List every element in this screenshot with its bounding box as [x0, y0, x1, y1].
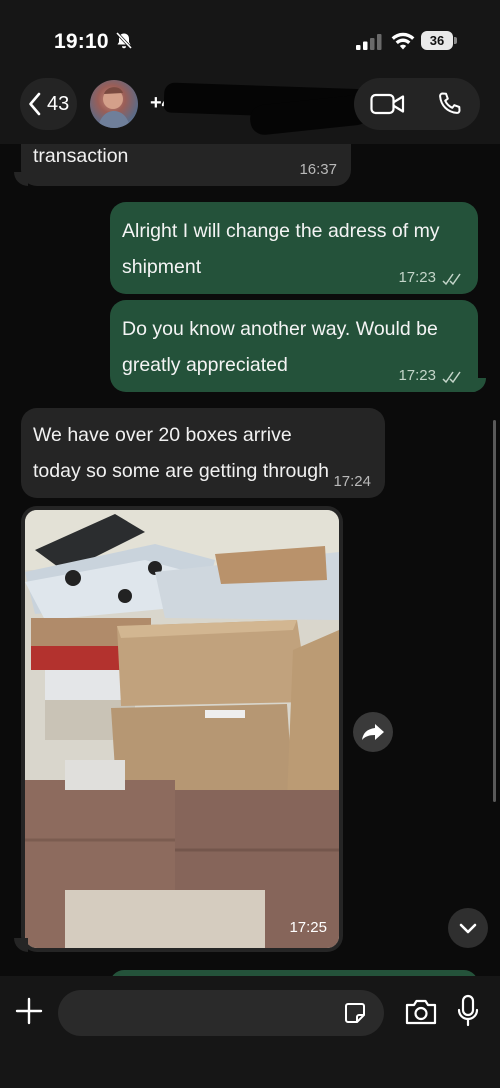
message-outgoing[interactable]: Do you know another way. Would be greatl… [110, 300, 478, 392]
chevron-left-icon [29, 92, 41, 116]
bubble-tail [14, 938, 28, 952]
scroll-to-bottom-button[interactable] [448, 908, 488, 948]
message-time: 17:23 [398, 367, 436, 384]
cellular-signal-icon [356, 34, 382, 50]
microphone-icon[interactable] [456, 994, 480, 1028]
phone-icon[interactable] [436, 91, 462, 117]
message-time: 17:25 [289, 919, 327, 936]
message-text: We have over 20 boxes arrive today so so… [33, 424, 329, 482]
message-incoming[interactable]: We have over 20 boxes arrive today so so… [21, 408, 385, 498]
message-incoming[interactable]: transaction 16:37 [21, 144, 351, 186]
plus-icon[interactable] [14, 996, 44, 1026]
camera-icon[interactable] [404, 998, 438, 1026]
unread-count: 43 [47, 93, 70, 115]
bubble-tail [472, 378, 486, 392]
status-time: 19:10 [54, 30, 109, 53]
bell-slash-icon [115, 31, 133, 50]
photo-message[interactable]: 17:25 [21, 506, 343, 952]
forward-button[interactable] [353, 712, 393, 752]
back-button[interactable]: 43 [20, 78, 77, 130]
message-time: 17:23 [398, 269, 436, 286]
chevron-down-icon [459, 923, 477, 934]
forward-arrow-icon [362, 724, 384, 740]
message-time: 17:24 [333, 473, 371, 490]
bubble-tail [14, 172, 28, 186]
message-outgoing[interactable]: Alright I will change the adress of my s… [110, 202, 478, 294]
message-input[interactable] [58, 990, 384, 1036]
boxes-photo [25, 510, 339, 948]
composer-bar [0, 976, 500, 1088]
status-bar: 19:10 36 [0, 0, 500, 78]
avatar-image [98, 87, 130, 128]
read-receipt-icon [442, 273, 461, 286]
scrollbar[interactable] [493, 420, 496, 802]
chat-header: 43 +4 [0, 78, 500, 144]
call-actions [354, 78, 480, 130]
contact-avatar[interactable] [90, 80, 138, 128]
message-text: transaction [33, 145, 129, 167]
message-time: 16:37 [299, 161, 337, 178]
wifi-icon [391, 32, 415, 50]
battery-level: 36 [421, 31, 453, 50]
read-receipt-icon [442, 371, 461, 384]
photo-image[interactable]: 17:25 [25, 510, 339, 948]
sticker-icon[interactable] [343, 1001, 367, 1025]
video-camera-icon[interactable] [370, 92, 406, 116]
message-list[interactable]: transaction 16:37 Alright I will change … [0, 144, 500, 976]
battery-indicator: 36 [421, 31, 457, 50]
